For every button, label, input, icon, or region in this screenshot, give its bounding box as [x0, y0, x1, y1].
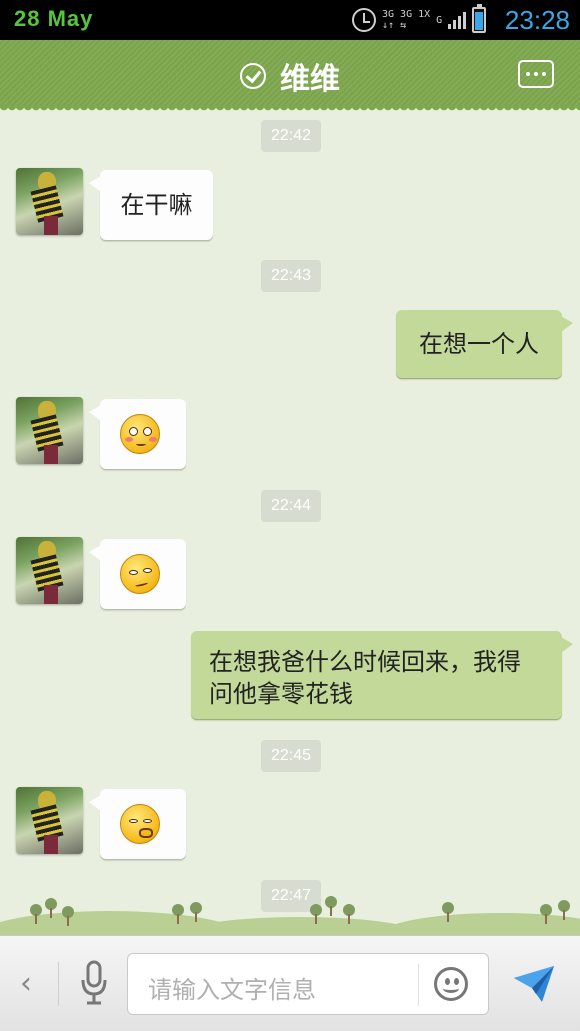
status-time: 23:28: [504, 5, 570, 35]
message-text: 在干嘛: [120, 191, 193, 219]
battery-icon: [472, 4, 487, 33]
back-chevron-icon[interactable]: ‹: [20, 966, 32, 1001]
message-timestamp: 22:45: [261, 740, 322, 772]
input-bar: ‹ 请输入文字信息: [0, 935, 580, 1031]
smirking-face-emoji: [120, 554, 160, 594]
contact-avatar[interactable]: [16, 537, 83, 604]
outgoing-message[interactable]: 在想一个人: [396, 310, 573, 378]
outgoing-message[interactable]: 在想我爸什么时候回来，我得问他拿零花钱: [191, 631, 573, 719]
decorative-landscape: [0, 890, 580, 935]
more-menu-icon: [526, 72, 530, 76]
alarm-icon: [352, 8, 376, 32]
message-timestamp: 22:43: [261, 260, 322, 292]
more-menu-button[interactable]: [518, 60, 554, 88]
verified-check-icon: [240, 63, 266, 89]
message-timestamp: 22:44: [261, 490, 322, 522]
network-g-indicator: G: [436, 14, 443, 26]
message-text: 在想一个人: [419, 330, 539, 358]
contact-name: 维维: [280, 62, 340, 97]
message-input[interactable]: 请输入文字信息: [127, 953, 489, 1015]
message-text: 在想我爸什么时候回来，我得问他拿零花钱: [209, 648, 521, 708]
contact-avatar[interactable]: [16, 168, 83, 235]
microphone-icon[interactable]: [80, 960, 108, 1006]
network-3g-indicator: 3G ↓↑: [382, 9, 395, 31]
network-3g-1x-indicator: 3G 1X ⇆: [400, 9, 431, 31]
signal-icon: [448, 11, 467, 29]
blushing-face-emoji: [120, 414, 160, 454]
divider: [58, 962, 59, 1006]
message-timestamp: 22:42: [261, 120, 322, 152]
incoming-message[interactable]: [89, 789, 186, 859]
status-date: 28 May: [14, 6, 94, 31]
thinking-face-emoji: [120, 804, 160, 844]
incoming-message[interactable]: [89, 399, 186, 469]
input-placeholder: 请输入文字信息: [148, 976, 316, 1004]
divider: [418, 964, 419, 1006]
status-icons: 3G ↓↑ 3G 1X ⇆ G: [352, 4, 487, 34]
chat-header: 维维: [0, 40, 580, 112]
emoji-smile-icon[interactable]: [434, 967, 468, 1001]
incoming-message[interactable]: 在干嘛: [89, 170, 213, 240]
contact-avatar[interactable]: [16, 397, 83, 464]
send-paper-plane-icon[interactable]: [512, 964, 556, 1004]
contact-avatar[interactable]: [16, 787, 83, 854]
incoming-message[interactable]: [89, 539, 186, 609]
status-bar: 28 May 3G ↓↑ 3G 1X ⇆ G 23:28: [0, 0, 580, 40]
